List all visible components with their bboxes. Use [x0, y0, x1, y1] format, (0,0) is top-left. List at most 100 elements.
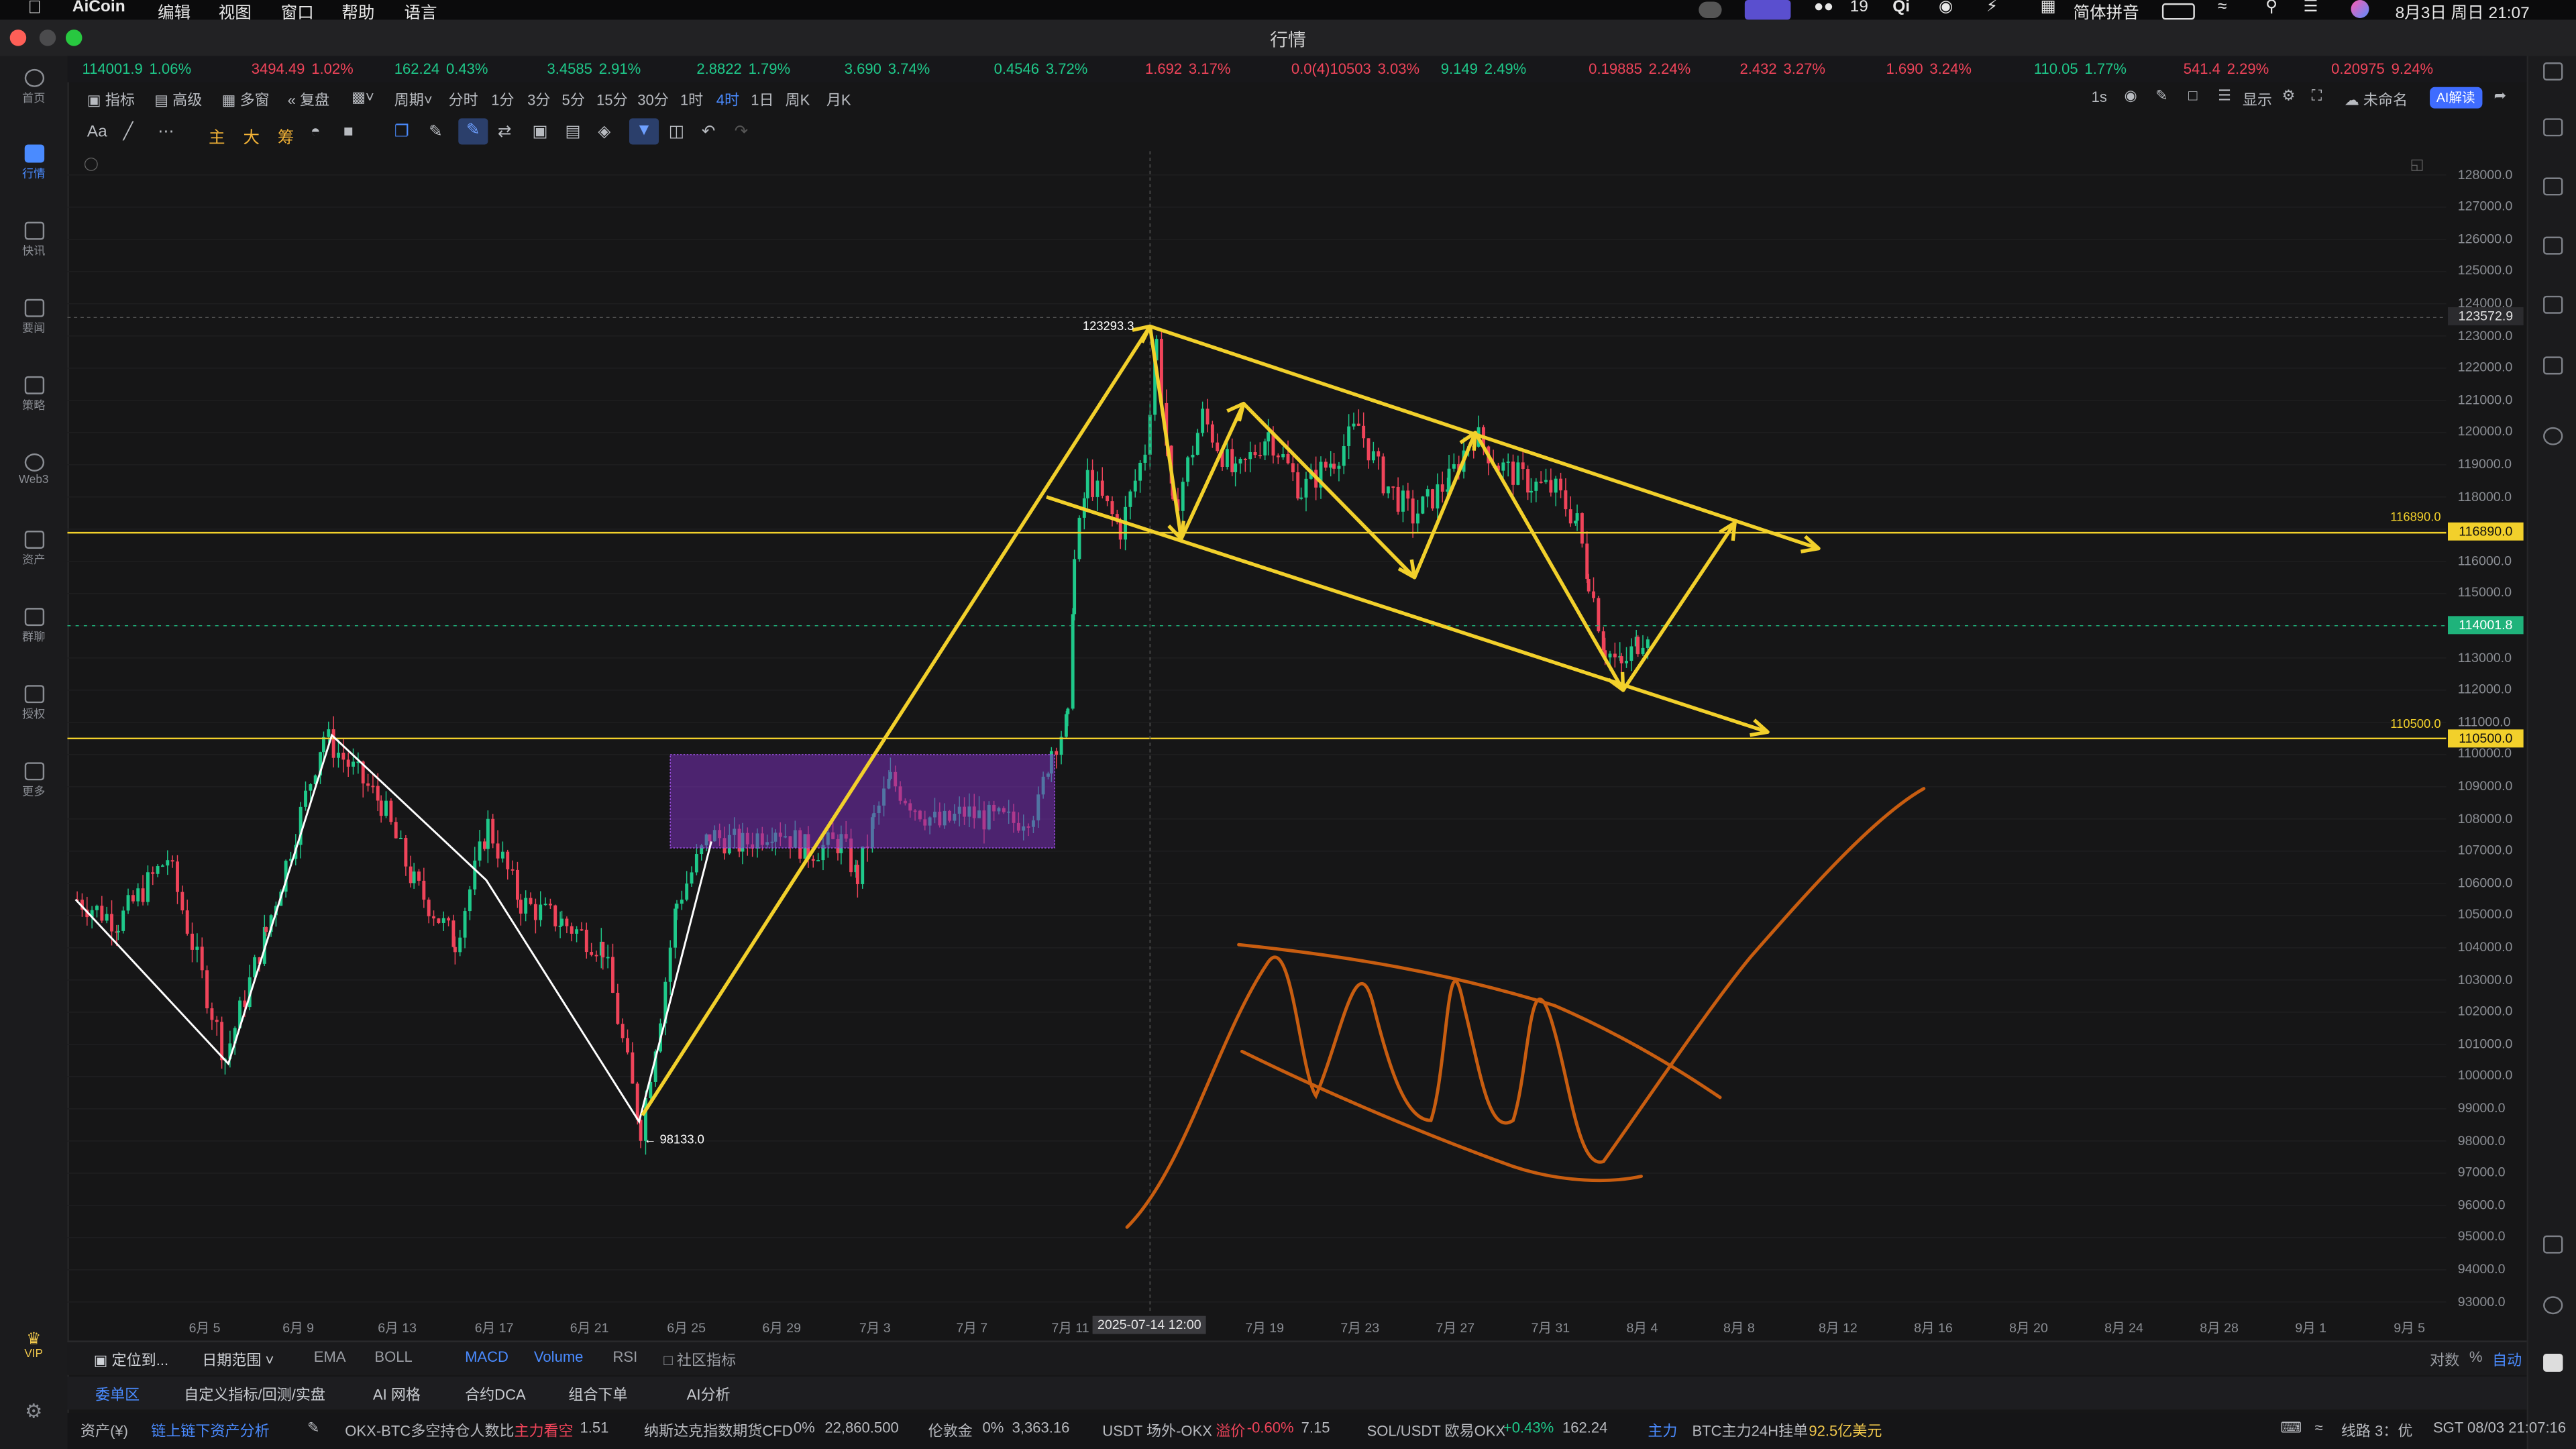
watchlist-icon[interactable] — [2543, 356, 2563, 375]
timeframe-tab[interactable]: 4时 — [716, 89, 739, 110]
alert-icon[interactable] — [2543, 427, 2563, 445]
sidebar-item-flash[interactable]: 快讯 — [0, 221, 67, 260]
data-panel-icon[interactable] — [2543, 295, 2563, 314]
advanced-button[interactable]: ▤ 高级 — [154, 89, 202, 110]
brush-icon[interactable]: ✎ — [429, 123, 443, 142]
timeframe-tab[interactable]: 3分 — [527, 89, 550, 110]
timeframe-tab[interactable]: 1分 — [491, 89, 514, 110]
time-axis[interactable]: 6月 5 6月 9 6月 13 6月 17 6月 21 6月 25 6月 29 7月 3 7月 … — [67, 1314, 2526, 1337]
indicators-button[interactable]: ▣ 指标 — [87, 89, 135, 110]
layout-select-icon[interactable]: □ — [2188, 87, 2197, 103]
magnet-icon[interactable]: ◓ — [311, 123, 321, 142]
rsi-toggle[interactable]: RSI — [612, 1349, 637, 1365]
chain-analysis-link[interactable]: 链上链下资产分析 — [151, 1419, 269, 1441]
sidebar-item-web3[interactable]: Web3 — [0, 453, 67, 486]
pen-icon[interactable]: ✎ — [307, 1419, 319, 1438]
keyboard-icon[interactable]: ⌨ — [2280, 1419, 2302, 1438]
sidebar-item-assets[interactable]: 资产 — [0, 531, 67, 568]
tab-custom-indicators[interactable]: 自定义指标/回测/实盘 — [184, 1383, 325, 1405]
order-book-icon[interactable] — [2543, 118, 2563, 137]
line-status[interactable]: 线路 3：优 — [2341, 1419, 2413, 1441]
trades-icon[interactable] — [2543, 177, 2563, 196]
vip-button[interactable]: ♛ VIP — [0, 1331, 67, 1360]
replay-button[interactable]: « 复盘 — [288, 89, 330, 110]
font-tool[interactable]: Aa — [87, 123, 107, 142]
volume-toggle[interactable]: Volume — [534, 1349, 584, 1365]
wechat-icon[interactable]: ●● — [1814, 0, 1834, 16]
display-button[interactable]: 显示 — [2243, 89, 2272, 110]
timeframe-tab[interactable]: 5分 — [562, 89, 585, 110]
lock-icon[interactable]: ▣ — [532, 123, 547, 142]
layout-icon[interactable] — [2543, 62, 2563, 81]
copy-icon[interactable]: ❐ — [394, 123, 409, 142]
pencil-icon[interactable]: ✎ — [2155, 87, 2167, 105]
timeframe-tab[interactable]: 30分 — [637, 89, 669, 110]
ticker-item[interactable]: 3494.49 1.02% — [252, 61, 354, 77]
timeframe-tab[interactable]: 1时 — [680, 89, 703, 110]
timeframe-tab[interactable]: 月K — [826, 89, 851, 110]
locate-button[interactable]: ▣ 定位到... — [94, 1349, 169, 1371]
app-menu[interactable]: AiCoin — [72, 0, 125, 16]
boll-toggle[interactable]: BOLL — [374, 1349, 412, 1365]
more-tools-icon[interactable]: ⋯ — [158, 123, 174, 142]
log-scale-toggle[interactable]: 对数 — [2430, 1349, 2459, 1371]
sidebar-item-authorize[interactable]: 授权 — [0, 685, 67, 722]
ticker-item[interactable]: 541.4 2.29% — [2184, 61, 2269, 77]
auto-scale-toggle[interactable]: 自动 — [2492, 1349, 2522, 1371]
ime-icon[interactable]: ▦ — [2041, 0, 2056, 16]
cloud-layout-button[interactable]: ☁ 未命名 — [2345, 89, 2408, 110]
eraser-icon[interactable]: ◈ — [598, 123, 610, 142]
ticker-item[interactable]: 9.149 2.49% — [1441, 61, 1527, 77]
depth-icon[interactable] — [2543, 236, 2563, 255]
headset-icon[interactable] — [2543, 1296, 2563, 1315]
ticker-item[interactable]: 1.692 3.17% — [1145, 61, 1231, 77]
main-chart-toggle[interactable]: 主 — [209, 123, 225, 148]
ticker-item[interactable]: 1.690 3.24% — [1886, 61, 1972, 77]
ai-interpret-button[interactable]: AI解读 — [2430, 87, 2482, 109]
date-range-dropdown[interactable]: 日期范围 ˅ — [202, 1349, 274, 1371]
ticker-item[interactable]: 110.05 1.77% — [2034, 61, 2127, 77]
sidebar-item-news[interactable]: 要闻 — [0, 299, 67, 337]
sidebar-item-group-chat[interactable]: 群聊 — [0, 608, 67, 645]
sidebar-item-market[interactable]: 行情 — [0, 144, 67, 182]
settings-icon[interactable]: ⚙ — [0, 1400, 67, 1423]
ticker-item[interactable]: 0.19885 2.24% — [1589, 61, 1690, 77]
notes-icon[interactable] — [2543, 1235, 2563, 1254]
multi-window-button[interactable]: ▦ 多窗 — [222, 89, 270, 110]
spotlight-search-icon[interactable]: ⚲ — [2265, 0, 2277, 16]
timeframe-tab[interactable]: 分时 — [449, 89, 478, 110]
control-center-icon[interactable]: ☰ — [2303, 0, 2318, 16]
tab-combo-order[interactable]: 组合下单 — [568, 1383, 627, 1405]
assets-label[interactable]: 资产(¥) — [80, 1419, 128, 1441]
image-icon[interactable]: ▤ — [565, 123, 580, 142]
price-axis[interactable]: 128000.0 127000.0 126000.0 125000.0 124000.0… — [2447, 151, 2527, 1311]
tab-ai-grid[interactable]: AI 网格 — [373, 1383, 421, 1405]
tab-contract-dca[interactable]: 合约DCA — [465, 1383, 526, 1405]
apple-icon[interactable]:  — [28, 0, 42, 18]
big-order-toggle[interactable]: 大 — [243, 123, 259, 148]
sidebar-item-home[interactable]: 首页 — [0, 68, 67, 107]
battery-icon[interactable] — [2161, 3, 2195, 20]
chart-type-dropdown[interactable]: ▩˅ — [352, 89, 374, 107]
ticker-item[interactable]: 0.20975 9.24% — [2331, 61, 2433, 77]
ball-icon[interactable]: ◉ — [1939, 0, 1953, 16]
timeframe-tab[interactable]: 1日 — [751, 89, 773, 110]
camera-icon[interactable]: ◉ — [2125, 87, 2137, 105]
draw-mode-icon[interactable]: ✎ — [458, 118, 488, 145]
ruler-icon[interactable]: ⇄ — [498, 123, 512, 142]
chat-bot-icon[interactable] — [2543, 1353, 2563, 1372]
measure-icon[interactable]: ■ — [343, 123, 354, 142]
macd-toggle[interactable]: MACD — [465, 1349, 508, 1365]
sidebar-item-strategy[interactable]: 策略 — [0, 376, 67, 414]
candlestick-chart[interactable] — [67, 151, 2447, 1311]
power-icon[interactable]: ⚡ — [1986, 0, 1998, 16]
period-dropdown[interactable]: 周期˅ — [394, 89, 433, 110]
gear-icon[interactable]: ⚙ — [2282, 87, 2296, 105]
ticker-item[interactable]: 114001.9 1.06% — [82, 61, 191, 77]
status-icon[interactable] — [1699, 1, 1722, 18]
community-indicators-button[interactable]: □ 社区指标 — [663, 1349, 736, 1371]
ticker-item[interactable]: 0.0(4)10503 3.03% — [1291, 61, 1419, 77]
ema-toggle[interactable]: EMA — [314, 1349, 346, 1365]
ticker-item[interactable]: 0.4546 3.72% — [994, 61, 1088, 77]
ticker-item[interactable]: 2.432 3.27% — [1739, 61, 1825, 77]
